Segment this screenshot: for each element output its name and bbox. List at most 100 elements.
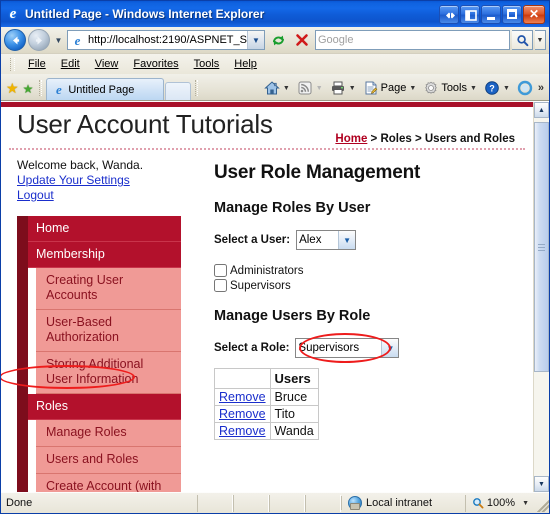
role-checkbox-supervisors-input[interactable]: [214, 279, 227, 292]
minimize-button[interactable]: [481, 4, 501, 24]
sidebar-item-users-and-roles-label: Users and Roles: [36, 447, 181, 474]
home-caret-icon[interactable]: ▼: [282, 85, 293, 92]
menu-tools-label: Tools: [193, 58, 220, 70]
feeds-button[interactable]: ▼: [295, 79, 328, 97]
sidebar-item-user-based-authorization-label: User-Based Authorization: [36, 310, 181, 352]
stop-button[interactable]: [291, 30, 313, 51]
sidebar-item-creating-user-accounts[interactable]: Creating User Accounts: [17, 268, 181, 310]
select-user-label: Select a User:: [214, 234, 291, 246]
zoom-caret-icon[interactable]: ▼: [518, 500, 529, 507]
new-tab-button[interactable]: [165, 82, 192, 100]
remove-link[interactable]: Remove: [219, 424, 266, 438]
back-button[interactable]: [4, 29, 26, 51]
print-button[interactable]: ▼: [328, 79, 361, 97]
help-button[interactable]: ? ▼: [482, 79, 515, 97]
zoom-control[interactable]: 100% ▼: [464, 494, 535, 512]
forward-button[interactable]: [28, 29, 50, 51]
role-dropdown[interactable]: Supervisors: [295, 338, 400, 358]
menu-help[interactable]: Help: [227, 56, 264, 72]
close-button[interactable]: ✕: [523, 4, 545, 24]
ie-logo-icon: e: [9, 6, 17, 22]
select-role-row: Select a Role: Supervisors ▼: [214, 333, 519, 363]
search-button[interactable]: [512, 30, 533, 50]
nav-stub: [17, 310, 28, 352]
welcome-message: Welcome back, Wanda.: [17, 158, 144, 172]
tools-caret-icon[interactable]: ▼: [469, 85, 480, 92]
sidebar-item-manage-roles[interactable]: Manage Roles: [17, 420, 181, 447]
select-user-row: Select a User: Alex ▼: [214, 230, 519, 250]
history-dropdown-button[interactable]: ▼: [52, 36, 65, 45]
role-checkbox-administrators[interactable]: Administrators: [214, 264, 519, 277]
help-caret-icon[interactable]: ▼: [502, 85, 513, 92]
sidebar-item-home[interactable]: Home: [17, 216, 181, 242]
sidebar-item-membership[interactable]: Membership: [17, 242, 181, 268]
status-divider: [233, 494, 269, 512]
commandbar-overflow-button[interactable]: »: [535, 82, 546, 94]
page-button[interactable]: Page ▼: [361, 79, 422, 97]
nav-stub: [17, 242, 28, 268]
resize-grip-icon[interactable]: [535, 494, 549, 512]
role-checkbox-supervisors-label: Supervisors: [230, 279, 291, 292]
sidebar-item-create-account-with-roles[interactable]: Create Account (with Roles): [17, 474, 181, 492]
scroll-down-button[interactable]: ▼: [534, 476, 549, 492]
update-settings-link[interactable]: Update Your Settings: [17, 173, 196, 188]
nav-stub: [17, 352, 28, 394]
menu-bar: File Edit View Favorites Tools Help: [1, 54, 549, 74]
role-checkbox-supervisors[interactable]: Supervisors: [214, 279, 519, 292]
menu-file[interactable]: File: [21, 56, 53, 72]
vertical-scrollbar[interactable]: ▲ ▼: [533, 102, 549, 492]
tools-button[interactable]: Tools ▼: [421, 79, 482, 97]
restore-group-button[interactable]: [439, 4, 459, 24]
page-caret-icon[interactable]: ▼: [408, 85, 419, 92]
title-bar: e Untitled Page - Windows Internet Explo…: [1, 1, 549, 27]
user-dropdown[interactable]: Alex: [296, 230, 357, 250]
users-grid: Users Remove Bruce Remove Tito Remove Wa…: [214, 368, 319, 440]
zoom-magnifier-icon: [472, 497, 484, 509]
address-dropdown-button[interactable]: ▼: [247, 31, 264, 49]
breadcrumb-home-link[interactable]: Home: [335, 133, 367, 145]
search-dropdown-button[interactable]: ▼: [535, 30, 546, 50]
dock-button[interactable]: [460, 4, 480, 24]
refresh-button[interactable]: [267, 30, 289, 51]
sidebar-item-roles[interactable]: Roles: [17, 394, 181, 420]
scrollbar-thumb[interactable]: [534, 122, 549, 372]
commandbar-separator: [195, 80, 199, 96]
user-roles-checkbox-group: Administrators Supervisors: [214, 264, 519, 292]
menu-tools[interactable]: Tools: [187, 56, 227, 72]
role-checkbox-administrators-input[interactable]: [214, 264, 227, 277]
print-caret-icon[interactable]: ▼: [348, 85, 359, 92]
page-columns: Welcome back, Wanda. Update Your Setting…: [1, 150, 533, 492]
remove-link[interactable]: Remove: [219, 390, 266, 404]
browser-window: e Untitled Page - Windows Internet Explo…: [0, 0, 550, 514]
sidebar-item-user-based-authorization[interactable]: User-Based Authorization: [17, 310, 181, 352]
page-icon: [363, 80, 379, 96]
address-value: http://localhost:2190/ASPNET_Security_Tu: [88, 34, 247, 46]
address-field[interactable]: e http://localhost:2190/ASPNET_Security_…: [67, 30, 265, 50]
favorites-center-icon[interactable]: ★: [4, 81, 21, 100]
select-role-label: Select a Role:: [214, 342, 290, 354]
add-to-favorites-icon[interactable]: ★: [21, 83, 36, 100]
table-header-row: Users: [214, 368, 319, 389]
messenger-button[interactable]: [515, 79, 535, 97]
menu-favorites[interactable]: Favorites: [126, 56, 185, 72]
sidebar-item-users-and-roles[interactable]: Users and Roles: [17, 447, 181, 474]
feeds-caret-icon: ▼: [315, 84, 323, 92]
sidebar-item-storing-additional-user-information[interactable]: Storing Additional User Information: [17, 352, 181, 394]
search-input[interactable]: Google: [315, 30, 510, 50]
nav-stub: [17, 447, 28, 474]
svg-text:?: ?: [489, 84, 495, 94]
security-zone[interactable]: Local intranet: [341, 496, 465, 510]
scroll-up-button[interactable]: ▲: [534, 102, 549, 118]
tab-untitled-page[interactable]: e Untitled Page: [46, 78, 165, 100]
logout-link[interactable]: Logout: [17, 188, 196, 203]
user-dropdown-wrap: Alex ▼: [296, 230, 357, 250]
maximize-button[interactable]: [502, 4, 522, 24]
home-button[interactable]: ▼: [262, 79, 295, 97]
menu-file-label: File: [28, 58, 46, 70]
menu-view[interactable]: View: [88, 56, 126, 72]
stop-x-icon: [296, 34, 308, 46]
scrollbar-track[interactable]: [534, 118, 549, 476]
menu-edit[interactable]: Edit: [54, 56, 87, 72]
remove-link[interactable]: Remove: [219, 407, 266, 421]
menu-help-label: Help: [234, 58, 257, 70]
